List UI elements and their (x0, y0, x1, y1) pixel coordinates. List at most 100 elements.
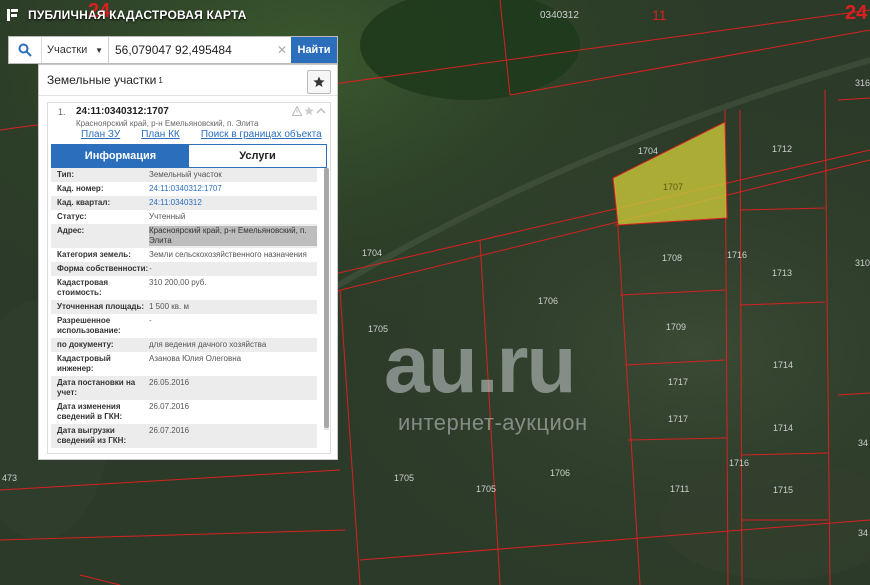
parcel-label[interactable]: 473 (2, 473, 17, 483)
table-row: Уточненная площадь: 1 500 кв. м (51, 300, 317, 314)
row-value: Земли сельскохозяйственного назначения (149, 250, 307, 259)
top-bar: ПУБЛИЧНАЯ КАДАСТРОВАЯ КАРТА (0, 0, 247, 30)
row-value: - (149, 264, 152, 273)
table-row: Дата постановки на учет: 26.05.2016 (51, 376, 317, 400)
table-row: по документу: для ведения дачного хозяйст… (51, 338, 317, 352)
row-label: Форма собственности: (57, 264, 149, 273)
row-value: 26.05.2016 (149, 378, 190, 387)
parcel-label[interactable]: 1706 (538, 296, 558, 306)
chevron-up-icon[interactable] (316, 106, 326, 116)
table-row: Дата изменения сведений в ГКН: 26.07.2016 (51, 400, 317, 424)
scrollbar[interactable] (324, 168, 329, 430)
parcel-label[interactable]: 1717 (668, 377, 688, 387)
table-row: Кад. квартал: 24:11:0340312 (51, 196, 317, 210)
parcel-address: Красноярский край, р-н Емельяновский, п.… (76, 119, 259, 128)
row-label: Статус: (57, 212, 87, 221)
table-row: Форма собственности: - (51, 262, 317, 276)
parcel-label[interactable]: 1706 (550, 468, 570, 478)
favorite-button[interactable] (307, 70, 331, 94)
parcel-label[interactable]: 1705 (394, 473, 414, 483)
search-icon[interactable] (9, 37, 42, 63)
card-actions (292, 106, 326, 116)
item-number: 1. (58, 107, 66, 117)
parcel-label[interactable]: 1713 (772, 268, 792, 278)
tab-services[interactable]: Услуги (189, 145, 326, 167)
table-row: Категория земель: Земли сельскохозяйствен… (51, 248, 317, 262)
parcel-label[interactable]: 34 (858, 438, 868, 448)
scrollbar-thumb[interactable] (324, 168, 329, 428)
parcel-label[interactable]: 1715 (773, 485, 793, 495)
row-value: для ведения дачного хозяйства (149, 340, 267, 349)
search-type-select[interactable]: Участки ▼ (42, 37, 109, 63)
watermark-subtitle: интернет-аукцион (398, 410, 588, 435)
parcel-label[interactable]: 1708 (662, 253, 682, 263)
parcel-label[interactable]: 1716 (729, 458, 749, 468)
row-label: Кадастровая стоимость: (57, 278, 109, 297)
table-row: Дата выгрузки сведений из ГКН: 26.07.2016 (51, 424, 317, 448)
row-value: 1 500 кв. м (149, 302, 189, 311)
table-row: Кад. номер: 24:11:0340312:1707 (51, 182, 317, 196)
parcel-label[interactable]: 1714 (773, 423, 793, 433)
table-row: Тип: Земельный участок (51, 168, 317, 182)
info-tabs: Информация Услуги (51, 144, 327, 168)
row-value: Земельный участок (149, 170, 222, 179)
attributes-table: Тип: Земельный участок Кад. номер: 24:11:0… (51, 168, 317, 448)
parcel-label[interactable]: 310 (855, 258, 870, 268)
parcel-label[interactable]: 1704 (362, 248, 382, 258)
row-value: Азанова Юлия Олеговна (149, 354, 242, 363)
row-label: Дата выгрузки сведений из ГКН: (57, 426, 127, 445)
table-row: Кадастровая стоимость: 310 200,00 руб. (51, 276, 317, 300)
parcel-label[interactable]: 1716 (727, 250, 747, 260)
warning-icon[interactable] (292, 106, 302, 116)
cadastral-number[interactable]: 24:11:0340312:1707 (76, 106, 169, 117)
chevron-down-icon: ▼ (95, 45, 103, 55)
parcel-label[interactable]: 34 (858, 528, 868, 538)
row-label: Кад. номер: (57, 184, 104, 193)
info-panel: Земельные участки 1 1. 24:11:0340312:1707… (38, 64, 338, 460)
parcel-card: 1. 24:11:0340312:1707 Красноярский край,… (47, 102, 331, 454)
row-label: Кад. квартал: (57, 198, 111, 207)
row-value: Учтенный (149, 212, 186, 221)
row-label: Дата постановки на учет: (57, 378, 136, 397)
parcel-label[interactable]: 1714 (773, 360, 793, 370)
table-row: Кадастровый инженер: Азанова Юлия Олеговн… (51, 352, 317, 376)
row-label: Уточненная площадь: (57, 302, 145, 311)
row-value: 310 200,00 руб. (149, 278, 207, 287)
star-icon[interactable] (304, 106, 314, 116)
star-icon (313, 76, 325, 87)
parcel-label[interactable]: 1705 (476, 484, 496, 494)
parcel-label[interactable]: 1717 (668, 414, 688, 424)
tab-information[interactable]: Информация (52, 145, 189, 167)
clear-icon[interactable]: ✕ (277, 37, 291, 63)
quarter-label: 0340312 (540, 10, 579, 21)
row-label: Категория земель: (57, 250, 131, 259)
row-label: Дата изменения сведений в ГКН: (57, 402, 123, 421)
parcel-label[interactable]: 316 (855, 78, 870, 88)
app-title: ПУБЛИЧНАЯ КАДАСТРОВАЯ КАРТА (28, 8, 247, 22)
find-button[interactable]: Найти (291, 37, 337, 63)
row-value[interactable]: 24:11:0340312 (149, 198, 317, 208)
row-value: Красноярский край, р-н Емельяновский, п.… (149, 226, 317, 246)
row-value: - (149, 316, 152, 325)
quarter-label: 11 (652, 7, 667, 23)
row-value: 26.07.2016 (149, 426, 190, 435)
table-row: Адрес: Красноярский край, р-н Емельяновск… (51, 224, 317, 248)
parcel-label[interactable]: 1704 (638, 146, 658, 156)
row-value: 26.07.2016 (149, 402, 190, 411)
parcel-label[interactable]: 1711 (670, 484, 689, 494)
result-count: 1 (158, 75, 163, 85)
table-row: Разрешенное использование: - (51, 314, 317, 338)
table-row: Статус: Учтенный (51, 210, 317, 224)
panel-header: Земельные участки 1 (39, 65, 337, 96)
row-label: Тип: (57, 170, 74, 179)
row-label: Адрес: (57, 226, 85, 235)
parcel-label[interactable]: 1707 (663, 182, 683, 192)
row-label: Разрешенное использование: (57, 316, 121, 335)
row-value[interactable]: 24:11:0340312:1707 (149, 184, 317, 194)
parcel-label[interactable]: 1709 (666, 322, 686, 332)
parcel-label[interactable]: 1712 (772, 144, 792, 154)
search-bar: Участки ▼ ✕ Найти (8, 36, 338, 64)
search-input[interactable] (109, 37, 277, 63)
logo-icon (7, 9, 18, 21)
quarter-label: 24 (845, 2, 868, 24)
